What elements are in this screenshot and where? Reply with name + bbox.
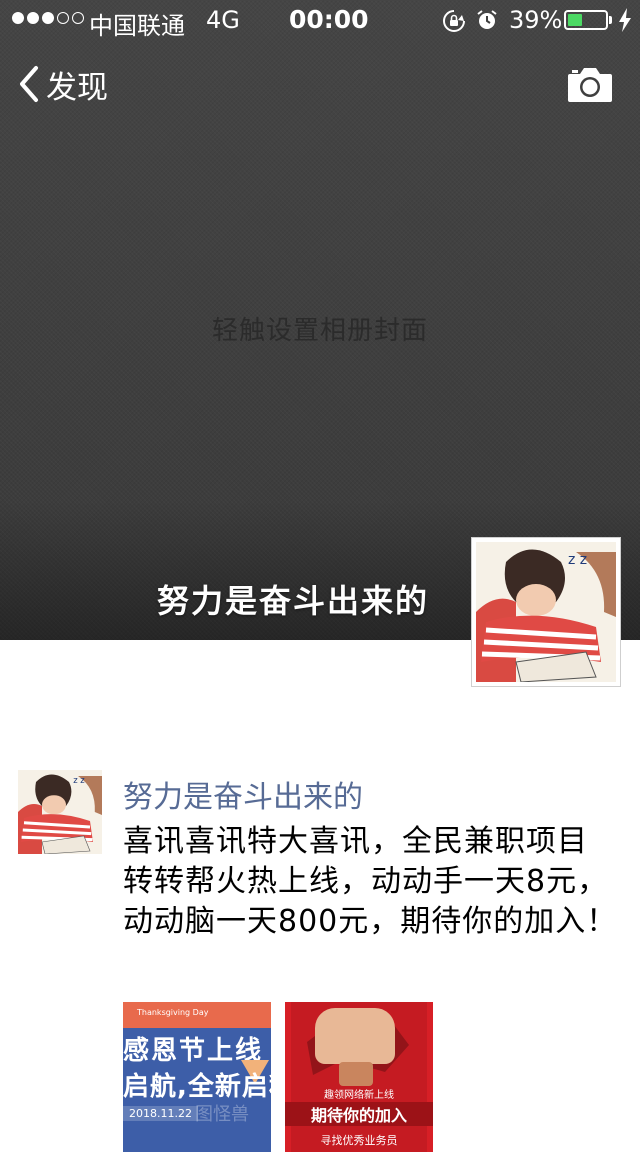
sleeping-boy-illustration: z z bbox=[18, 770, 102, 854]
alarm-icon bbox=[477, 10, 497, 29]
post-image-2[interactable]: 趣领网络新上线 期待你的加入 寻找优秀业务员 bbox=[285, 1002, 433, 1152]
back-button[interactable]: 发现 bbox=[18, 62, 108, 106]
sleeping-boy-illustration: z z bbox=[476, 542, 616, 682]
signal-dot bbox=[42, 12, 54, 24]
charging-bolt-icon bbox=[619, 8, 631, 32]
status-bar: 中国联通 4G 00:00 39% bbox=[0, 0, 640, 40]
orientation-lock-icon bbox=[443, 10, 465, 32]
image-watermark: 图怪兽 bbox=[195, 1104, 249, 1125]
back-label: 发现 bbox=[46, 69, 108, 106]
chevron-left-icon bbox=[20, 66, 38, 102]
avatar-image: z z bbox=[476, 542, 616, 682]
image-caption-bottom: 寻找优秀业务员 bbox=[320, 1134, 398, 1147]
image-subheadline: 启航,全新启程 bbox=[123, 1072, 271, 1102]
post-image-grid: Thanksgiving Day 感恩节上线 启航,全新启程 2018.11.2… bbox=[123, 1002, 433, 1152]
post-author-name[interactable]: 努力是奋斗出来的 bbox=[123, 772, 363, 816]
battery-tip bbox=[609, 16, 612, 24]
set-cover-hint[interactable]: 轻触设置相册封面 bbox=[0, 310, 640, 347]
profile-name: 努力是奋斗出来的 bbox=[156, 582, 429, 620]
network-type: 4G bbox=[206, 6, 240, 34]
avatar-image: z z bbox=[18, 770, 102, 854]
signal-dot bbox=[72, 12, 84, 24]
signal-dot bbox=[12, 12, 24, 24]
image-date: 2018.11.22 bbox=[123, 1106, 198, 1121]
post-author-avatar[interactable]: z z bbox=[18, 770, 102, 854]
signal-strength-icon bbox=[12, 12, 84, 24]
post-image-1[interactable]: Thanksgiving Day 感恩节上线 启航,全新启程 2018.11.2… bbox=[123, 1002, 271, 1152]
battery-icon bbox=[564, 10, 608, 30]
battery-level-fill bbox=[568, 14, 582, 26]
signal-dot bbox=[27, 12, 39, 24]
svg-text:z z: z z bbox=[568, 552, 587, 568]
pointing-fist-graphic bbox=[315, 1008, 395, 1086]
image-tiny-text: Thanksgiving Day bbox=[137, 1008, 209, 1017]
svg-text:z z: z z bbox=[73, 775, 85, 785]
camera-button[interactable] bbox=[566, 64, 614, 104]
image-caption-top: 趣领网络新上线 bbox=[324, 1090, 394, 1101]
carrier-name: 中国联通 bbox=[89, 12, 185, 40]
post-text: 喜讯喜讯特大喜讯，全民兼职项目转转帮火热上线，动动手一天8元，动动脑一天800元… bbox=[123, 824, 618, 939]
signal-dot bbox=[57, 12, 69, 24]
profile-avatar[interactable]: z z bbox=[471, 537, 621, 687]
battery-percent: 39% bbox=[509, 6, 563, 34]
camera-icon bbox=[568, 68, 612, 102]
status-time: 00:00 bbox=[289, 5, 369, 34]
image-headline: 期待你的加入 bbox=[285, 1102, 433, 1126]
